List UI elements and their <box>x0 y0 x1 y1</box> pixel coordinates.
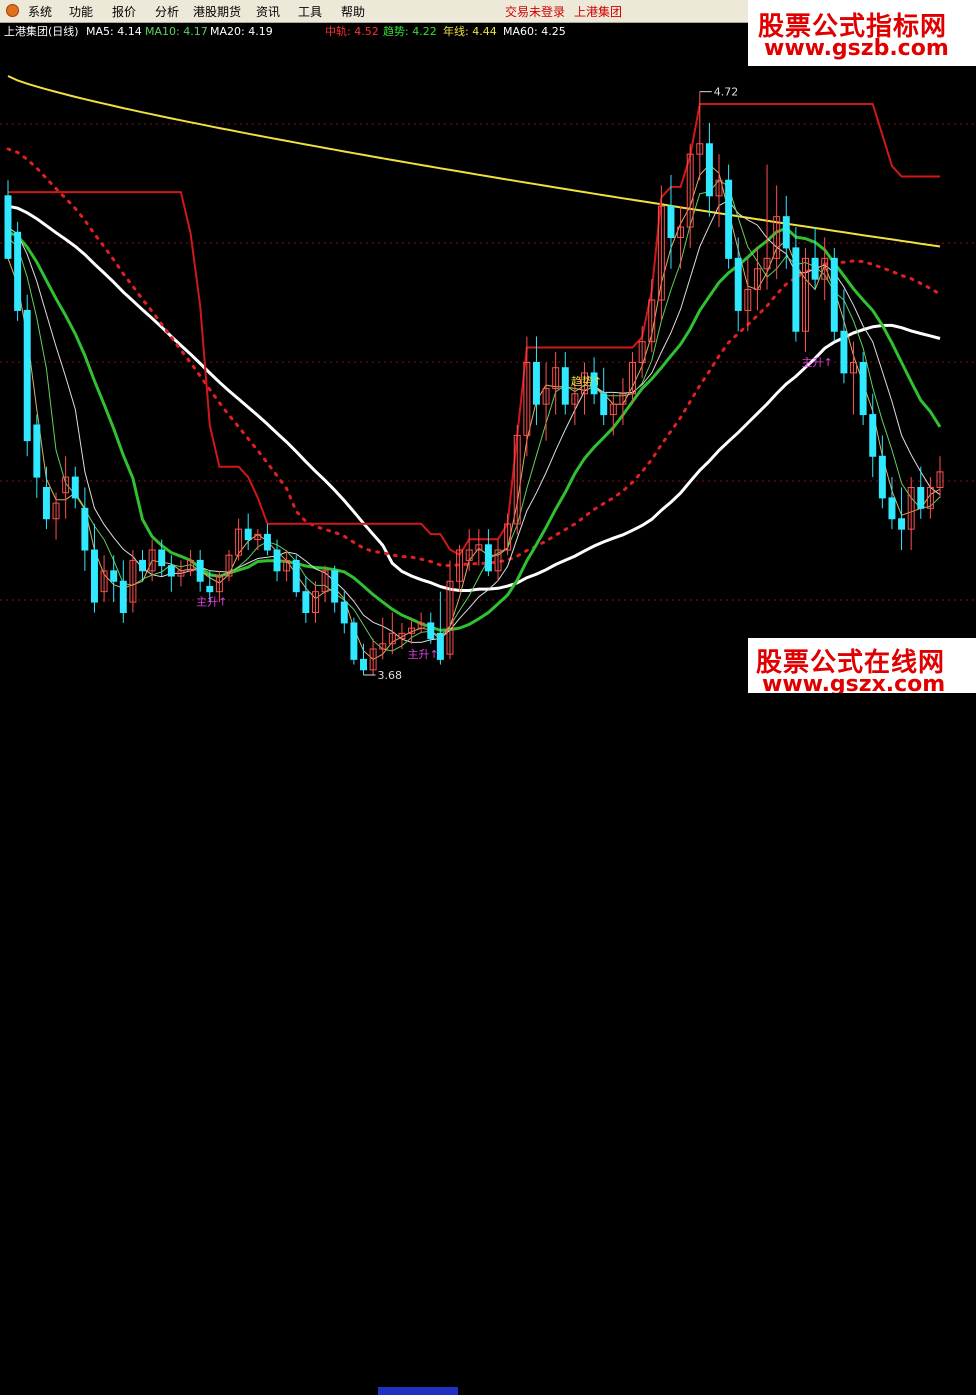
dotted-channel-line <box>6 147 942 568</box>
candle-body <box>158 549 166 567</box>
candle-body <box>110 570 118 582</box>
candle-body <box>792 247 800 332</box>
candle-body <box>340 601 348 624</box>
candle-body <box>898 518 906 530</box>
candle-body <box>263 533 271 551</box>
low-label: 3.68 <box>378 669 403 682</box>
candle-body <box>830 257 838 332</box>
date-axis <box>0 693 976 1395</box>
watermark-top: 股票公式指标网 www.gszb.com <box>748 0 976 66</box>
candle-body <box>350 622 358 660</box>
signal-label: 主升↑ <box>801 356 832 369</box>
candle-body <box>273 549 281 572</box>
candle-body <box>484 544 492 572</box>
candle-body <box>119 580 127 613</box>
candle-body <box>167 565 175 577</box>
signal-label: 趋势↑ <box>571 375 602 388</box>
indicator-lines <box>6 75 942 661</box>
candle-body <box>71 476 79 499</box>
candle-body <box>840 330 848 374</box>
candle-body <box>360 658 367 671</box>
zhonggui-line <box>8 103 940 557</box>
candle-body <box>859 362 867 416</box>
candle-body <box>734 257 742 311</box>
candle-body <box>782 216 790 249</box>
candle-body <box>4 195 12 259</box>
candle-body <box>705 143 713 197</box>
candle-body <box>811 257 819 280</box>
candle-body <box>206 585 214 593</box>
candle-body <box>23 309 31 442</box>
candle-body <box>81 507 89 551</box>
candle-body <box>331 570 339 603</box>
candle-body <box>427 622 435 640</box>
candle-body <box>139 559 146 572</box>
watermark-top-url: www.gszb.com <box>764 36 949 61</box>
candle-body <box>725 179 733 259</box>
candle-body <box>667 205 675 238</box>
candle-body <box>561 367 569 405</box>
candle-body <box>292 559 300 593</box>
candle-body <box>600 393 608 416</box>
candle-body <box>869 414 877 457</box>
candle-body <box>917 487 925 509</box>
candle-body <box>244 528 252 541</box>
year-line <box>7 75 941 248</box>
candle-body <box>90 549 98 603</box>
signal-label: 主升↑ <box>408 648 439 661</box>
ma10-line <box>7 179 941 652</box>
candle-body <box>532 362 540 405</box>
footer-date-marker <box>378 1387 458 1395</box>
candle-body <box>42 487 50 520</box>
candle-body <box>888 497 896 520</box>
signal-label: 主升↑ <box>196 596 227 609</box>
ma20-line <box>7 199 941 643</box>
high-label: 4.72 <box>714 86 739 99</box>
candle-body <box>33 424 41 478</box>
chart-labels: 4.72 3.68 主升↑ 主升↑ 主升↑ 趋势↑ <box>196 86 833 682</box>
candle-body <box>878 455 886 499</box>
candle-body <box>302 591 310 614</box>
candle-body <box>196 559 204 582</box>
candlestick-chart[interactable]: 4.72 3.68 主升↑ 主升↑ 主升↑ 趋势↑ <box>0 0 976 702</box>
candle-body <box>14 231 22 311</box>
